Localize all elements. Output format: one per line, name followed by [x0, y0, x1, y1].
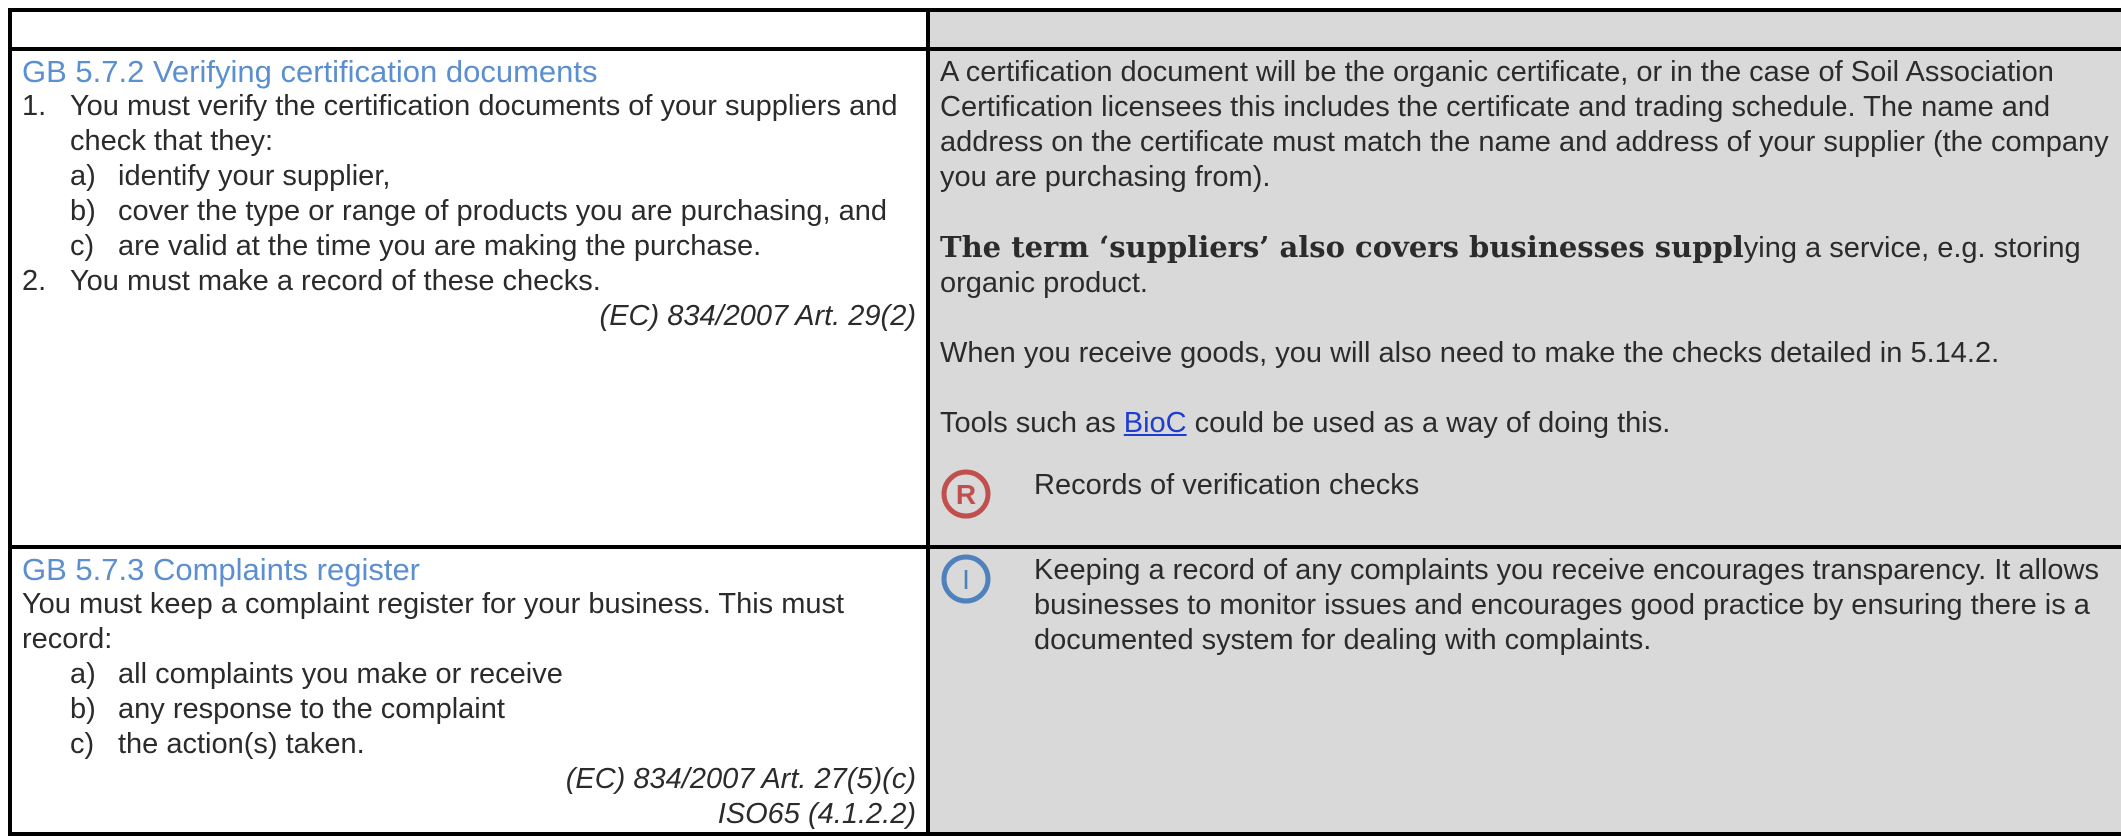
legal-reference: ISO65 (4.1.2.2) [717, 798, 916, 830]
sub-list-item: c) the action(s) taken. [70, 727, 916, 762]
bioc-link[interactable]: BioC [1124, 407, 1187, 439]
sub-list-item: b) any response to the complaint [70, 692, 916, 727]
header-cell-right [930, 12, 2121, 51]
sub-list-item: a) all complaints you make or receive [70, 657, 916, 692]
guidance-cell-5-7-3: I Keeping a record of any complaints you… [930, 549, 2121, 836]
guidance-paragraph: Tools such as BioC could be used as a wa… [940, 406, 2111, 441]
sub-marker: b) [70, 195, 96, 227]
list-marker: 1. [22, 90, 47, 122]
guidance-text: Tools such as [940, 407, 1124, 439]
sub-list: a) all complaints you make or receive b)… [70, 657, 916, 762]
sub-marker: a) [70, 658, 96, 690]
section-heading: GB 5.7.2 Verifying certification documen… [22, 54, 598, 89]
info-icon: I [940, 553, 992, 610]
sub-item-text: identify your supplier, [118, 160, 391, 192]
guidance-paragraph: The term ‘suppliers’ also covers busines… [940, 230, 2111, 301]
record-text: Records of verification checks [1034, 469, 1420, 501]
sub-item-text: are valid at the time you are making the… [118, 230, 762, 262]
section-intro: You must keep a complaint register for y… [22, 588, 845, 655]
section-heading: GB 5.7.3 Complaints register [22, 552, 421, 587]
requirements-list: 1. You must verify the certification doc… [22, 89, 916, 299]
sub-marker: c) [70, 728, 95, 760]
header-cell-left [12, 12, 930, 51]
sub-marker: b) [70, 693, 96, 725]
info-icon-letter: I [962, 564, 970, 595]
legal-reference: (EC) 834/2007 Art. 29(2) [599, 300, 916, 332]
record-icon: R [940, 468, 992, 525]
sub-list-item: a) identify your supplier, [70, 159, 916, 194]
guidance-paragraph: A certification document will be the org… [940, 56, 2109, 193]
legal-reference: (EC) 834/2007 Art. 27(5)(c) [565, 763, 916, 795]
sub-item-text: cover the type or range of products you … [118, 195, 887, 227]
info-note: I Keeping a record of any complaints you… [940, 553, 2111, 658]
guidance-text: could be used as a way of doing this. [1186, 407, 1671, 439]
guidance-cell-5-7-2: A certification document will be the org… [930, 51, 2121, 549]
standard-cell-5-7-3: GB 5.7.3 Complaints register You must ke… [12, 549, 930, 836]
list-item: 2. You must make a record of these check… [22, 264, 916, 299]
standards-table: GB 5.7.2 Verifying certification documen… [8, 8, 2121, 836]
sub-list-item: b) cover the type or range of products y… [70, 194, 916, 229]
sub-item-text: all complaints you make or receive [118, 658, 563, 690]
list-item-text: You must make a record of these checks. [70, 265, 601, 297]
record-icon-letter: R [956, 479, 976, 510]
sub-marker: c) [70, 230, 95, 262]
sub-list-item: c) are valid at the time you are making … [70, 229, 916, 264]
record-requirement: R Records of verification checks [940, 468, 2111, 525]
sub-item-text: any response to the complaint [118, 693, 505, 725]
page: GB 5.7.2 Verifying certification documen… [0, 0, 2121, 836]
sub-item-text: the action(s) taken. [118, 728, 365, 760]
list-item: 1. You must verify the certification doc… [22, 89, 916, 264]
standard-cell-5-7-2: GB 5.7.2 Verifying certification documen… [12, 51, 930, 549]
list-marker: 2. [22, 265, 47, 297]
info-text: Keeping a record of any complaints you r… [1034, 554, 2099, 656]
sub-list: a) identify your supplier, b) cover the … [70, 159, 916, 264]
bold-text: The term ‘suppliers’ also covers busines… [940, 230, 1744, 264]
sub-marker: a) [70, 160, 96, 192]
list-item-text: You must verify the certification docume… [70, 90, 898, 157]
guidance-paragraph: When you receive goods, you will also ne… [940, 337, 2000, 369]
